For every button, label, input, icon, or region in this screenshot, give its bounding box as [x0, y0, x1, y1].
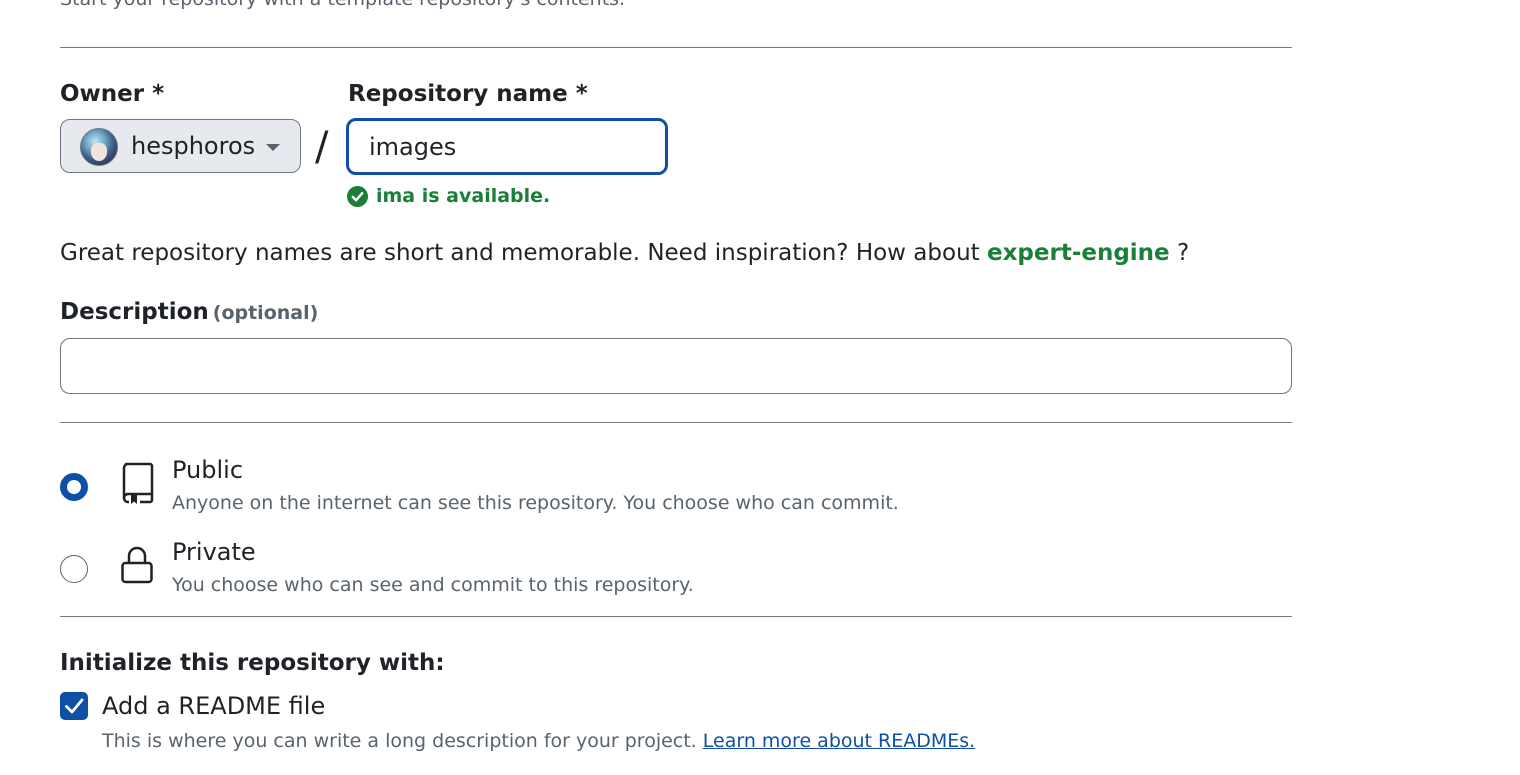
divider-middle	[60, 422, 1292, 423]
availability-text: ima is available.	[376, 185, 551, 207]
visibility-private-title: Private	[172, 538, 256, 566]
visibility-radio-private[interactable]	[60, 555, 88, 583]
repo-icon	[120, 462, 154, 508]
lock-icon	[120, 545, 154, 589]
optional-note: (optional)	[212, 302, 319, 324]
visibility-private-subtitle: You choose who can see and commit to thi…	[172, 574, 694, 596]
chevron-down-icon	[266, 144, 280, 151]
divider-top	[60, 47, 1292, 48]
repository-name-input[interactable]	[346, 118, 668, 175]
readme-subtitle-row: This is where you can write a long descr…	[102, 730, 975, 752]
visibility-radio-public[interactable]	[60, 473, 88, 501]
suggested-name-link[interactable]: expert-engine	[987, 240, 1170, 266]
description-label-row: Description (optional)	[60, 299, 318, 325]
owner-label: Owner *	[60, 81, 165, 107]
divider-bottom	[60, 616, 1292, 617]
readme-subtitle: This is where you can write a long descr…	[102, 730, 697, 752]
template-description: Start your repository with a template re…	[60, 0, 625, 10]
avatar	[80, 128, 118, 166]
description-input[interactable]	[60, 338, 1292, 394]
inspiration-text: Great repository names are short and mem…	[60, 240, 980, 266]
name-inspiration: Great repository names are short and mem…	[60, 240, 1189, 266]
owner-repo-separator: /	[315, 124, 329, 170]
initialize-label: Initialize this repository with:	[60, 650, 445, 676]
learn-more-readmes-link[interactable]: Learn more about READMEs.	[703, 730, 975, 752]
description-label: Description	[60, 299, 209, 325]
readme-checkbox[interactable]	[60, 692, 88, 720]
visibility-public-title: Public	[172, 456, 244, 484]
visibility-public-subtitle: Anyone on the internet can see this repo…	[172, 492, 899, 514]
owner-dropdown-button[interactable]: hesphoros	[60, 119, 301, 173]
check-circle-icon	[347, 185, 368, 207]
readme-title: Add a README file	[102, 692, 326, 720]
repository-name-label: Repository name *	[348, 81, 588, 107]
inspiration-suffix: ?	[1176, 240, 1190, 266]
owner-name: hesphoros	[131, 132, 256, 160]
availability-message: ima is available.	[347, 185, 550, 207]
